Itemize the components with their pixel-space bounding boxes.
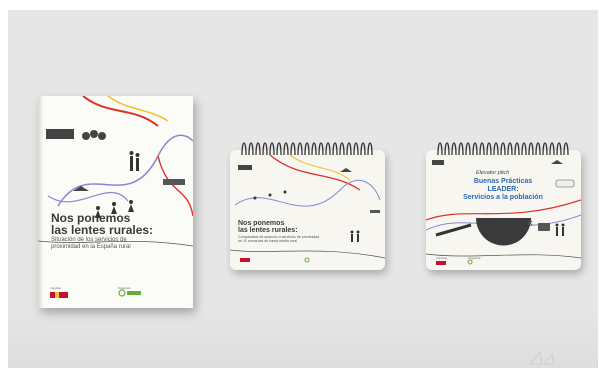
book-cover-illustration xyxy=(38,96,193,298)
pad-left-subtitle: Comparativa de avances a servicios de pr… xyxy=(238,235,320,244)
book-footer-right-label: Organiza: xyxy=(118,286,132,290)
mockup-background: Nos ponemos las lentes rurales: Situació… xyxy=(8,10,598,368)
pad-left-illustration xyxy=(230,154,385,263)
pad-right-footer-left-label: Impulsa: xyxy=(436,256,448,260)
pad-right-footer-right-label: Organiza: xyxy=(468,256,482,260)
book-subtitle: Situación de los servicios de proximidad… xyxy=(51,237,131,250)
book-title: Nos ponemos las lentes rurales: xyxy=(51,211,154,237)
book-footer-left-label: Impulsa: xyxy=(50,286,62,290)
pad-right-eyebrow: Elevator pitch xyxy=(476,170,510,176)
pad-left-title: Nos ponemos las lentes rurales: xyxy=(238,220,298,234)
pad-right-title: Buenas Prácticas LEADER: Servicios a la … xyxy=(463,178,543,201)
spiral-flipbook-right: Elevator pitch Buenas Prácticas LEADER: … xyxy=(426,142,581,270)
spiral-flipbook-left: Nos ponemos las lentes rurales: Comparat… xyxy=(230,142,385,270)
pad-right-illustration xyxy=(426,160,581,265)
report-book-cover: Nos ponemos las lentes rurales: Situació… xyxy=(38,96,193,308)
watermark-logo-icon xyxy=(528,350,555,365)
